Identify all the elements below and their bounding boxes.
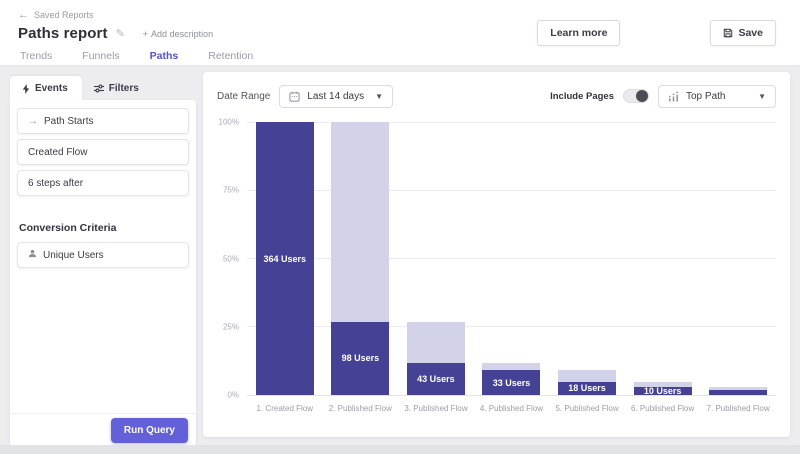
- date-range-label: Date Range: [217, 90, 271, 102]
- edit-title-icon[interactable]: ✎: [116, 27, 125, 40]
- x-axis-label: 1. Created Flow: [256, 404, 314, 413]
- y-tick-label: 100%: [218, 117, 239, 127]
- x-axis-label: 6. Published Flow: [631, 404, 695, 413]
- x-axis-label: 5. Published Flow: [555, 404, 619, 413]
- add-description-button[interactable]: + Add description: [143, 29, 213, 39]
- query-sidebar: Events Filters → Path Starts Created Flo…: [10, 76, 196, 447]
- paths-chart: 100% 75% 50% 25% 0% 364 Users 1. Created Flow…: [217, 118, 776, 413]
- save-icon: [723, 28, 733, 38]
- breadcrumb-label[interactable]: Saved Reports: [34, 10, 94, 20]
- bar-value-label: 33 Users: [492, 377, 531, 388]
- y-tick-label: 25%: [222, 322, 239, 332]
- chart-toolbar: Date Range Last 14 days ▼ Include Pages: [217, 82, 776, 110]
- save-button[interactable]: Save: [710, 20, 776, 46]
- bar-slot: 43 Users 3. Published Flow: [404, 122, 467, 413]
- bar-value-label: 364 Users: [263, 253, 307, 264]
- x-axis-label: 3. Published Flow: [404, 404, 468, 413]
- breadcrumb[interactable]: ← Saved Reports: [0, 0, 800, 21]
- y-tick-label: 0%: [227, 390, 239, 400]
- chevron-down-icon: ▼: [375, 91, 384, 101]
- plot-area: 364 Users 1. Created Flow 98 Users 2. Publi…: [247, 121, 776, 413]
- date-range-dropdown[interactable]: Last 14 days ▼: [279, 84, 394, 108]
- bar-value-label: 98 Users: [341, 353, 380, 364]
- bar-value-label: 18 Users: [568, 383, 606, 394]
- bottom-strip: [0, 445, 800, 454]
- bar-value-label: 43 Users: [417, 373, 455, 384]
- include-pages-toggle[interactable]: [623, 89, 649, 103]
- x-axis-label: 4. Published Flow: [479, 404, 544, 413]
- path-mode-value: Top Path: [686, 90, 726, 102]
- event-card-steps-after[interactable]: 6 steps after: [17, 170, 189, 196]
- bar-value-label: 10 Users: [643, 386, 682, 397]
- bar-slot: 364 Users 1. Created Flow: [255, 122, 314, 413]
- bar-slot: 10 Users 6. Published Flow: [631, 122, 694, 413]
- y-axis: 100% 75% 50% 25% 0%: [217, 118, 247, 400]
- y-tick-label: 50%: [222, 254, 239, 263]
- sidebar-footer: Run Query: [10, 413, 196, 447]
- content-area: Events Filters → Path Starts Created Flo…: [0, 66, 800, 454]
- arrow-right-icon: →: [28, 115, 38, 127]
- toggle-knob: [636, 90, 648, 102]
- bar-chart-icon: [668, 91, 679, 102]
- page-title: Paths report: [18, 25, 108, 42]
- conversion-criteria-label: Conversion Criteria: [19, 222, 117, 234]
- calendar-icon: [289, 91, 300, 102]
- bars-row: 364 Users 1. Created Flow 98 Users 2. Publi…: [247, 122, 776, 413]
- learn-more-button[interactable]: Learn more: [537, 20, 621, 46]
- bar-slot: 98 Users 2. Published Flow: [329, 122, 392, 413]
- events-panel: → Path Starts Created Flow 6 steps after…: [10, 100, 196, 447]
- bar-converted-segment[interactable]: [709, 389, 768, 395]
- sidebar-tab-events[interactable]: Events: [10, 76, 82, 100]
- chevron-down-icon: ▼: [758, 91, 766, 101]
- bar-slot: 33 Users 4. Published Flow: [480, 122, 543, 413]
- x-axis-label: 7. Published Flow: [706, 404, 770, 413]
- lightning-icon: [22, 83, 30, 94]
- back-arrow-icon[interactable]: ←: [18, 9, 29, 21]
- x-axis-label: 2. Published Flow: [328, 404, 392, 413]
- sidebar-tab-filters[interactable]: Filters: [82, 76, 153, 100]
- bar-slot: 18 Users 5. Published Flow: [555, 122, 619, 413]
- path-mode-dropdown[interactable]: Top Path ▼: [658, 84, 776, 108]
- event-card-created-flow[interactable]: Created Flow: [17, 139, 189, 165]
- date-range-value: Last 14 days: [307, 90, 365, 102]
- include-pages-label: Include Pages: [550, 90, 614, 102]
- plus-icon: +: [142, 28, 149, 39]
- event-card-path-starts[interactable]: → Path Starts: [17, 108, 189, 134]
- conversion-criteria-selector[interactable]: Unique Users: [17, 242, 189, 268]
- user-icon: [28, 249, 37, 261]
- chart-card: Date Range Last 14 days ▼ Include Pages: [203, 72, 790, 437]
- bar-slot: 7. Published Flow: [707, 122, 770, 413]
- run-query-button[interactable]: Run Query: [110, 418, 188, 443]
- app-header: ← Saved Reports Paths report ✎ + Add desc…: [0, 0, 800, 71]
- y-tick-label: 75%: [222, 185, 239, 195]
- filters-icon: [93, 84, 104, 93]
